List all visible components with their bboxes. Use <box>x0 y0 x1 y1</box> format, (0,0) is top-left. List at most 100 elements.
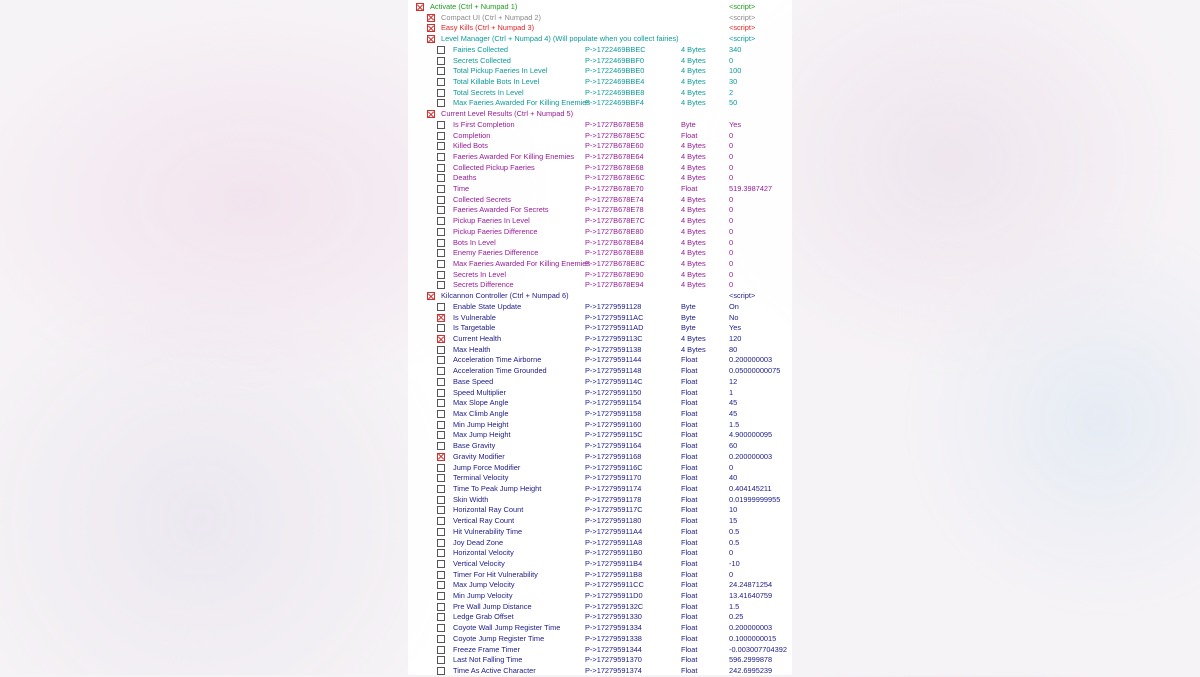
active-checkbox[interactable] <box>427 110 435 119</box>
entry-value[interactable]: 0 <box>729 463 733 474</box>
table-row[interactable]: Base Speed P->1727959114C Float 12 <box>408 377 792 388</box>
entry-value[interactable]: On <box>729 302 739 313</box>
entry-value[interactable]: 0 <box>729 131 733 142</box>
entry-value[interactable]: 0 <box>729 270 733 281</box>
entry-value[interactable]: 0 <box>729 259 733 270</box>
active-checkbox[interactable] <box>437 324 445 333</box>
active-checkbox[interactable] <box>437 142 445 151</box>
active-checkbox[interactable] <box>437 452 445 461</box>
entry-value[interactable]: 10 <box>729 505 737 516</box>
table-row[interactable]: Time P->1727B678E70 Float 519.3987427 <box>408 184 792 195</box>
active-checkbox[interactable] <box>427 24 435 33</box>
table-row[interactable]: Pre Wall Jump Distance P->1727959132C Floa… <box>408 602 792 613</box>
entry-value[interactable]: 0 <box>729 195 733 206</box>
table-row[interactable]: Max Jump Height P->1727959115C Float 4.9000… <box>408 430 792 441</box>
active-checkbox[interactable] <box>437 377 445 386</box>
table-row[interactable]: Compact UI (Ctrl + Numpad 2) <script> <box>408 13 792 24</box>
active-checkbox[interactable] <box>437 645 445 654</box>
active-checkbox[interactable] <box>437 238 445 247</box>
table-row[interactable]: Total Pickup Faeries In Level P->1722469B… <box>408 66 792 77</box>
active-checkbox[interactable] <box>437 581 445 590</box>
table-row[interactable]: Pickup Faeries Difference P->1727B678E80 4… <box>408 227 792 238</box>
table-row[interactable]: Collected Secrets P->1727B678E74 4 Bytes 0 <box>408 195 792 206</box>
entry-value[interactable]: 0.200000003 <box>729 452 772 463</box>
active-checkbox[interactable] <box>437 195 445 204</box>
active-checkbox[interactable] <box>437 592 445 601</box>
active-checkbox[interactable] <box>437 131 445 140</box>
entry-value[interactable]: 340 <box>729 45 741 56</box>
active-checkbox[interactable] <box>437 431 445 440</box>
entry-value[interactable]: No <box>729 313 738 324</box>
entry-value[interactable]: 0.5 <box>729 527 739 538</box>
table-row[interactable]: Horizontal Ray Count P->1727959117C Float 1… <box>408 505 792 516</box>
active-checkbox[interactable] <box>437 388 445 397</box>
entry-value[interactable]: 0 <box>729 56 733 67</box>
table-row[interactable]: Pickup Faeries In Level P->1727B678E7C 4 B… <box>408 216 792 227</box>
table-row[interactable]: Faeries Awarded For Killing Enemies P->17… <box>408 152 792 163</box>
table-row[interactable]: Hit Vulnerability Time P->172795911A4 Floa… <box>408 527 792 538</box>
active-checkbox[interactable] <box>437 45 445 54</box>
table-row[interactable]: Base Gravity P->17279591164 Float 60 <box>408 441 792 452</box>
active-checkbox[interactable] <box>437 667 445 676</box>
table-row[interactable]: Time To Peak Jump Height P->17279591174 Fl… <box>408 484 792 495</box>
table-row[interactable]: Ledge Grab Offset P->17279591330 Float 0.25 <box>408 612 792 623</box>
entry-value[interactable]: 12 <box>729 377 737 388</box>
active-checkbox[interactable] <box>437 281 445 290</box>
table-group-row[interactable]: Kilcannon Controller (Ctrl + Numpad 6) <s… <box>408 291 792 302</box>
table-group-row[interactable]: Level Manager (Ctrl + Numpad 4) (Will po… <box>408 34 792 45</box>
active-checkbox[interactable] <box>437 538 445 547</box>
active-checkbox[interactable] <box>437 88 445 97</box>
table-row[interactable]: Fairies Collected P->1722469BBEC 4 Bytes 34… <box>408 45 792 56</box>
table-row[interactable]: Min Jump Velocity P->172795911D0 Float 13.4… <box>408 591 792 602</box>
entry-value[interactable]: Yes <box>729 120 741 131</box>
active-checkbox[interactable] <box>437 570 445 579</box>
table-row[interactable]: Bots In Level P->1727B678E84 4 Bytes 0 <box>408 238 792 249</box>
table-row[interactable]: Current Health P->1727959113C 4 Bytes 120 <box>408 334 792 345</box>
active-checkbox[interactable] <box>416 3 424 11</box>
entry-value[interactable]: 0 <box>729 205 733 216</box>
entry-value[interactable]: 0.5 <box>729 538 739 549</box>
active-checkbox[interactable] <box>437 634 445 643</box>
active-checkbox[interactable] <box>437 506 445 515</box>
active-checkbox[interactable] <box>437 56 445 65</box>
entry-value[interactable]: 0.05000000075 <box>729 366 780 377</box>
active-checkbox[interactable] <box>437 420 445 429</box>
table-row[interactable]: Max Climb Angle P->17279591158 Float 45 <box>408 409 792 420</box>
entry-value[interactable]: 0 <box>729 570 733 581</box>
entry-value[interactable]: 100 <box>729 66 741 77</box>
entry-value[interactable]: 45 <box>729 398 737 409</box>
active-checkbox[interactable] <box>437 227 445 236</box>
table-row[interactable]: Freeze Frame Timer P->17279591344 Float -0.… <box>408 645 792 656</box>
active-checkbox[interactable] <box>437 152 445 161</box>
entry-value[interactable]: <script> <box>729 13 755 24</box>
active-checkbox[interactable] <box>437 163 445 172</box>
entry-value[interactable]: <script> <box>729 23 755 34</box>
table-row[interactable]: Enable State Update P->17279591128 Byte On <box>408 302 792 313</box>
table-row[interactable]: Killed Bots P->1727B678E60 4 Bytes 0 <box>408 141 792 152</box>
table-row[interactable]: Gravity Modifier P->17279591168 Float 0.200… <box>408 452 792 463</box>
active-checkbox[interactable] <box>437 302 445 311</box>
active-checkbox[interactable] <box>437 613 445 622</box>
table-row[interactable]: Vertical Velocity P->172795911B4 Float -10 <box>408 559 792 570</box>
entry-value[interactable]: 0 <box>729 548 733 559</box>
entry-value[interactable]: 1 <box>729 388 733 399</box>
entry-value[interactable]: 60 <box>729 441 737 452</box>
active-checkbox[interactable] <box>437 249 445 258</box>
active-checkbox[interactable] <box>437 260 445 269</box>
active-checkbox[interactable] <box>437 67 445 76</box>
entry-value[interactable]: 242.6995239 <box>729 666 772 677</box>
entry-value[interactable]: 0.1000000015 <box>729 634 776 645</box>
table-row[interactable]: Max Health P->17279591138 4 Bytes 80 <box>408 345 792 356</box>
active-checkbox[interactable] <box>437 335 445 343</box>
table-row[interactable]: Max Faeries Awarded For Killing Enemies P… <box>408 259 792 270</box>
active-checkbox[interactable] <box>437 356 445 365</box>
table-row[interactable]: Secrets In Level P->1727B678E90 4 Bytes 0 <box>408 270 792 281</box>
active-checkbox[interactable] <box>437 399 445 408</box>
entry-value[interactable]: 40 <box>729 473 737 484</box>
active-checkbox[interactable] <box>437 474 445 483</box>
table-row[interactable]: Deaths P->1727B678E6C 4 Bytes 0 <box>408 173 792 184</box>
entry-value[interactable]: 596.2999878 <box>729 655 772 666</box>
entry-value[interactable]: 0.01999999955 <box>729 495 780 506</box>
active-checkbox[interactable] <box>437 442 445 451</box>
active-checkbox[interactable] <box>437 495 445 504</box>
